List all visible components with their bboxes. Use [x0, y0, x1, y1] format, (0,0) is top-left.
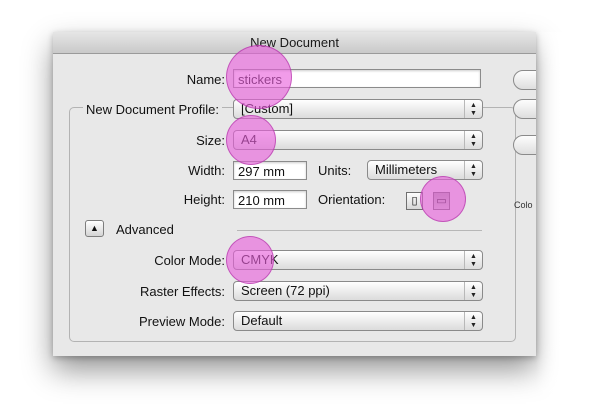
raster-effects-value: Screen (72 ppi)	[241, 283, 330, 298]
color-partial-label: Colo	[514, 200, 533, 210]
profile-label: New Document Profile:	[83, 102, 222, 117]
templates-button[interactable]	[513, 135, 536, 155]
height-label: Height:	[183, 192, 225, 207]
advanced-label: Advanced	[116, 222, 174, 237]
width-field[interactable]: 297 mm	[233, 161, 307, 180]
raster-effects-popup[interactable]: Screen (72 ppi) ▲ ▼	[233, 281, 483, 301]
updown-arrows-icon: ▲ ▼	[464, 131, 482, 149]
units-value: Millimeters	[375, 162, 438, 177]
landscape-icon[interactable]: ▭	[433, 192, 450, 210]
color-mode-label: Color Mode:	[154, 253, 225, 268]
updown-arrows-icon: ▲ ▼	[464, 251, 482, 269]
color-mode-value: CMYK	[241, 252, 279, 267]
preview-mode-label: Preview Mode:	[139, 314, 225, 329]
title-bar[interactable]: New Document	[53, 32, 536, 54]
triangle-up-icon[interactable]: ▲	[85, 220, 104, 237]
size-value: A4	[241, 132, 257, 147]
right-edge-fade	[536, 32, 600, 412]
updown-arrows-icon: ▲ ▼	[464, 161, 482, 179]
new-document-dialog: New Document Name: stickers New Document…	[53, 32, 536, 356]
advanced-divider	[237, 230, 482, 231]
orientation-label: Orientation:	[318, 192, 386, 207]
name-label: Name:	[186, 72, 225, 87]
color-mode-popup[interactable]: CMYK ▲ ▼	[233, 250, 483, 270]
name-field[interactable]: stickers	[233, 69, 481, 88]
profile-value: [Custom]	[241, 101, 294, 116]
preview-mode-popup[interactable]: Default ▲ ▼	[233, 311, 483, 331]
cancel-button[interactable]	[513, 99, 536, 119]
updown-arrows-icon: ▲ ▼	[464, 282, 482, 300]
profile-popup[interactable]: [Custom] ▲ ▼	[233, 99, 483, 119]
dialog-title: New Document	[250, 35, 339, 50]
portrait-icon[interactable]: ▯	[406, 192, 423, 210]
units-popup[interactable]: Millimeters ▲ ▼	[367, 160, 483, 180]
raster-effects-label: Raster Effects:	[139, 284, 225, 299]
units-label: Units:	[318, 163, 352, 178]
preview-mode-value: Default	[241, 313, 283, 328]
ok-button[interactable]	[513, 70, 536, 90]
updown-arrows-icon: ▲ ▼	[464, 312, 482, 330]
size-popup[interactable]: A4 ▲ ▼	[233, 130, 483, 150]
width-label: Width:	[188, 163, 225, 178]
updown-arrows-icon: ▲ ▼	[464, 100, 482, 118]
size-label: Size:	[196, 133, 225, 148]
height-field[interactable]: 210 mm	[233, 190, 307, 209]
